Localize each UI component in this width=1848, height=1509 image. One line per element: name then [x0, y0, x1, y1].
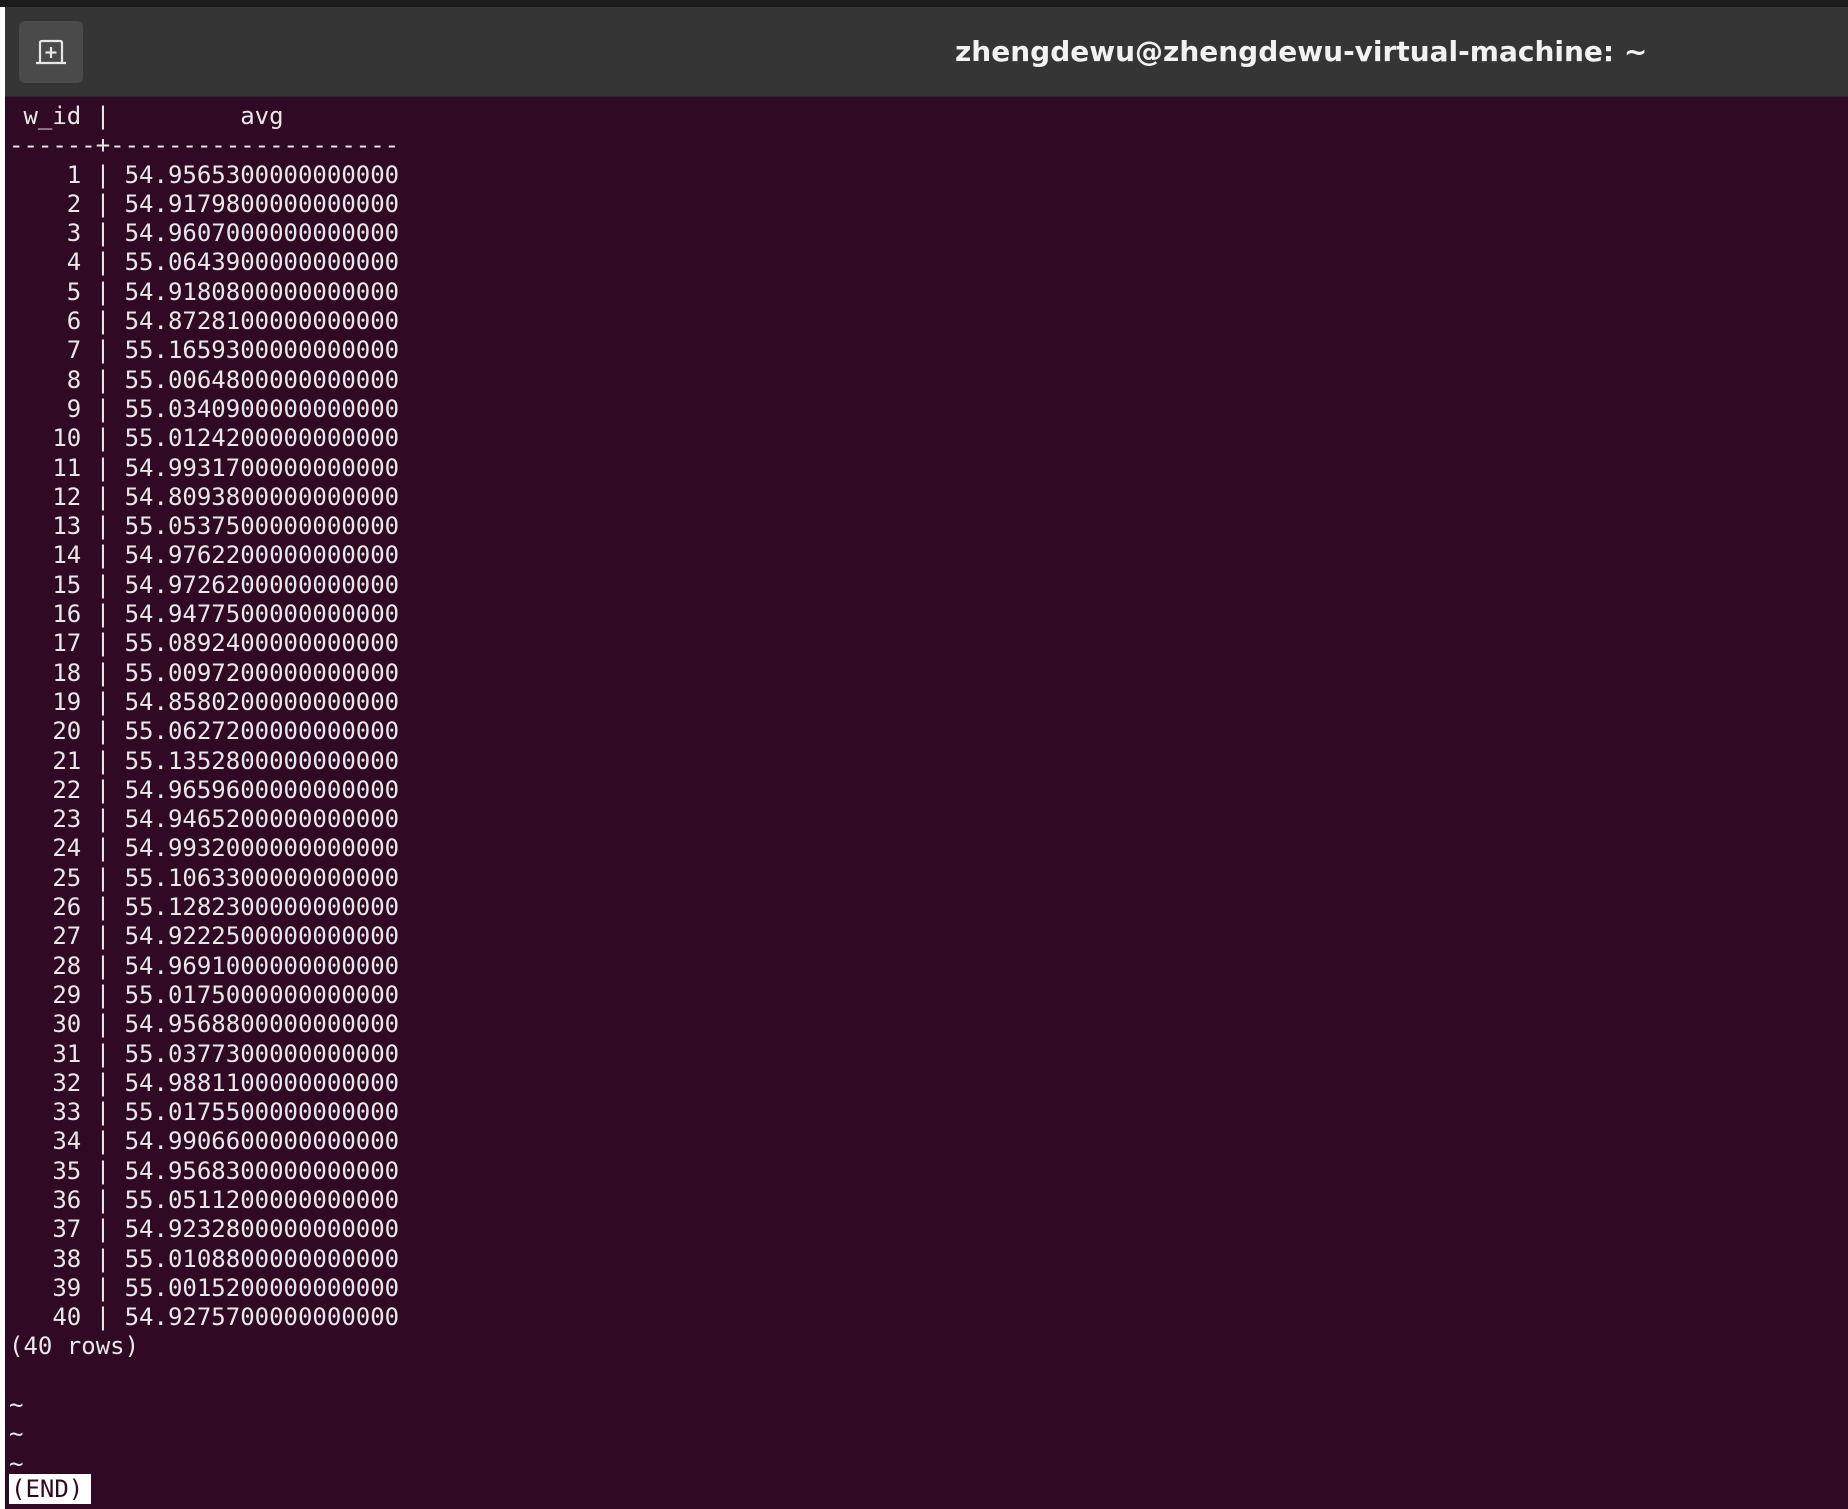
- tilde-line: ~: [9, 1391, 24, 1420]
- result-row: 20 | 55.0627200000000000: [9, 717, 400, 746]
- result-row: 32 | 54.9881100000000000: [9, 1068, 400, 1097]
- result-row: 34 | 54.9906600000000000: [9, 1127, 400, 1156]
- result-row: 2 | 54.9179800000000000: [9, 189, 400, 218]
- result-row: 31 | 55.0377300000000000: [9, 1039, 400, 1068]
- result-row: 10 | 55.0124200000000000: [9, 424, 400, 453]
- result-header: w_id | avg: [9, 102, 284, 130]
- result-row: 5 | 54.9180800000000000: [9, 277, 400, 306]
- result-row: 30 | 54.9568800000000000: [9, 1010, 400, 1039]
- result-row: 13 | 55.0537500000000000: [9, 512, 400, 541]
- terminal-window: zhengdewu@zhengdewu-virtual-machine: ~ w…: [0, 0, 1848, 1509]
- result-row: 17 | 55.0892400000000000: [9, 629, 400, 658]
- result-row: 9 | 55.0340900000000000: [9, 394, 400, 423]
- result-row: 18 | 55.0097200000000000: [9, 658, 400, 687]
- new-tab-icon: [36, 39, 66, 65]
- result-row: 38 | 55.0108800000000000: [9, 1244, 400, 1273]
- result-row: 8 | 55.0064800000000000: [9, 365, 400, 394]
- result-row: 25 | 55.1063300000000000: [9, 863, 400, 892]
- result-row: 3 | 54.9607000000000000: [9, 219, 400, 248]
- result-row: 36 | 55.0511200000000000: [9, 1185, 400, 1214]
- tilde-line: ~: [9, 1420, 24, 1449]
- row-count: (40 rows): [9, 1332, 140, 1361]
- result-row: 4 | 55.0643900000000000: [9, 248, 400, 277]
- terminal-text: w_id | avg ------+-------------------- 1 …: [9, 102, 399, 1479]
- result-row: 15 | 54.9726200000000000: [9, 570, 400, 599]
- pager-end-prompt[interactable]: (END): [9, 1474, 92, 1504]
- result-row: 37 | 54.9232800000000000: [9, 1215, 400, 1244]
- result-row: 28 | 54.9691000000000000: [9, 951, 400, 980]
- result-row: 12 | 54.8093800000000000: [9, 482, 400, 511]
- result-row: 11 | 54.9931700000000000: [9, 453, 400, 482]
- result-separator: ------+--------------------: [9, 131, 400, 160]
- result-row: 23 | 54.9465200000000000: [9, 805, 400, 834]
- result-row: 39 | 55.0015200000000000: [9, 1273, 400, 1302]
- result-row: 35 | 54.9568300000000000: [9, 1156, 400, 1185]
- result-row: 24 | 54.9932000000000000: [9, 834, 400, 863]
- result-row: 16 | 54.9477500000000000: [9, 600, 400, 629]
- title-bar[interactable]: zhengdewu@zhengdewu-virtual-machine: ~: [5, 7, 1848, 97]
- result-row: 6 | 54.8728100000000000: [9, 307, 400, 336]
- window-title: zhengdewu@zhengdewu-virtual-machine: ~: [955, 35, 1648, 68]
- window-top-edge: [0, 0, 1848, 7]
- result-row: 19 | 54.8580200000000000: [9, 687, 400, 716]
- result-row: 14 | 54.9762200000000000: [9, 541, 400, 570]
- result-row: 26 | 55.1282300000000000: [9, 893, 400, 922]
- result-row: 33 | 55.0175500000000000: [9, 1098, 400, 1127]
- terminal-output[interactable]: w_id | avg ------+-------------------- 1 …: [5, 97, 1848, 1509]
- new-tab-button[interactable]: [19, 21, 83, 83]
- result-row: 22 | 54.9659600000000000: [9, 775, 400, 804]
- result-row: 7 | 55.1659300000000000: [9, 336, 400, 365]
- result-row: 27 | 54.9222500000000000: [9, 922, 400, 951]
- result-row: 40 | 54.9275700000000000: [9, 1303, 400, 1332]
- result-row: 21 | 55.1352800000000000: [9, 746, 400, 775]
- result-row: 1 | 54.9565300000000000: [9, 160, 400, 189]
- result-row: 29 | 55.0175000000000000: [9, 980, 400, 1009]
